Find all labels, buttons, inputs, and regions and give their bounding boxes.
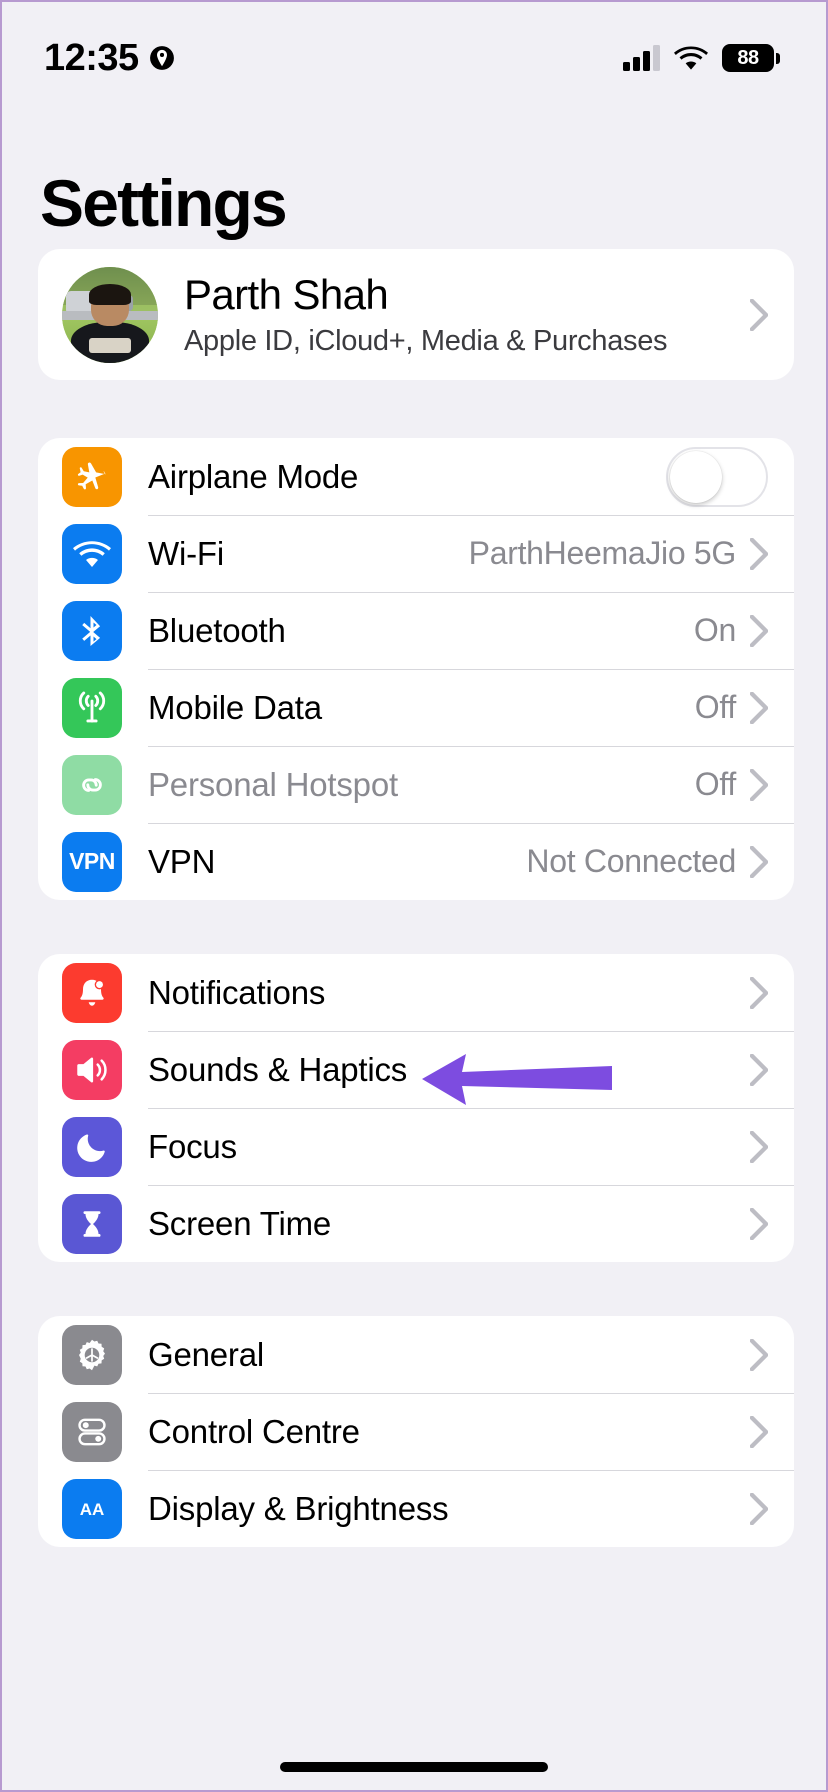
settings-row-label: Wi-Fi	[148, 534, 224, 572]
account-group: Parth Shah Apple ID, iCloud+, Media & Pu…	[38, 249, 794, 380]
account-name: Parth Shah	[184, 271, 389, 318]
airplane-mode-toggle[interactable]	[666, 446, 768, 507]
moon-icon	[62, 1116, 122, 1177]
cellular-signal-icon	[623, 45, 660, 71]
bluetooth-status-value: On	[693, 612, 736, 648]
display-brightness-icon: AA	[62, 1478, 122, 1539]
settings-row-label: Focus	[148, 1127, 237, 1165]
vpn-status-value: Not Connected	[526, 843, 736, 879]
page-title: Settings	[40, 166, 288, 240]
settings-list: Parth Shah Apple ID, iCloud+, Media & Pu…	[2, 249, 826, 1547]
settings-row-display-brightness[interactable]: AA Display & Brightness	[38, 1470, 794, 1547]
airplane-icon	[62, 446, 122, 507]
svg-text:AA: AA	[80, 1500, 105, 1519]
control-centre-icon	[62, 1401, 122, 1462]
settings-row-label: Sounds & Haptics	[148, 1050, 408, 1088]
settings-row-bluetooth[interactable]: Bluetooth On	[38, 592, 794, 669]
settings-row-label: Display & Brightness	[148, 1489, 449, 1527]
bluetooth-icon	[62, 600, 122, 661]
chevron-right-icon	[750, 1130, 768, 1163]
chevron-right-icon	[750, 1207, 768, 1240]
settings-row-label: Notifications	[148, 973, 326, 1011]
wifi-icon	[674, 46, 708, 70]
battery-indicator: 88	[722, 44, 780, 72]
settings-row-label: Airplane Mode	[148, 457, 359, 495]
account-subtitle: Apple ID, iCloud+, Media & Purchases	[184, 325, 668, 357]
avatar	[62, 266, 158, 363]
cellular-antenna-icon	[62, 677, 122, 738]
settings-row-label: General	[148, 1335, 265, 1373]
status-bar-left: 12:35	[44, 37, 175, 80]
settings-row-label: VPN	[148, 842, 216, 880]
settings-row-general[interactable]: General	[38, 1316, 794, 1393]
alerts-group: Notifications Sounds & Haptics Focus Scr…	[38, 954, 794, 1262]
chevron-right-icon	[750, 1492, 768, 1525]
chevron-right-icon	[750, 976, 768, 1009]
settings-row-airplane-mode[interactable]: Airplane Mode	[38, 438, 794, 515]
vpn-icon: VPN	[62, 831, 122, 892]
chevron-right-icon	[750, 537, 768, 570]
settings-row-label: Personal Hotspot	[148, 765, 398, 803]
settings-row-label: Bluetooth	[148, 611, 286, 649]
home-indicator	[280, 1762, 548, 1772]
chevron-right-icon	[750, 1415, 768, 1448]
settings-row-sounds-haptics[interactable]: Sounds & Haptics	[38, 1031, 794, 1108]
apple-id-row[interactable]: Parth Shah Apple ID, iCloud+, Media & Pu…	[38, 249, 794, 380]
settings-row-label: Screen Time	[148, 1204, 332, 1242]
hourglass-icon	[62, 1193, 122, 1254]
chevron-right-icon	[750, 768, 768, 801]
account-text: Parth Shah Apple ID, iCloud+, Media & Pu…	[184, 271, 668, 358]
chevron-right-icon	[750, 691, 768, 724]
settings-row-control-centre[interactable]: Control Centre	[38, 1393, 794, 1470]
status-bar: 12:35 88	[2, 2, 826, 114]
location-services-icon	[149, 46, 174, 70]
hotspot-status-value: Off	[694, 766, 737, 802]
settings-row-mobile-data[interactable]: Mobile Data Off	[38, 669, 794, 746]
chevron-right-icon	[750, 298, 768, 331]
settings-row-screen-time[interactable]: Screen Time	[38, 1185, 794, 1262]
mobile-data-status-value: Off	[694, 689, 737, 725]
chevron-right-icon	[750, 1338, 768, 1371]
settings-row-label: Mobile Data	[148, 688, 322, 726]
wifi-icon	[62, 523, 122, 584]
connectivity-group: Airplane Mode Wi-Fi ParthHeemaJio 5G Blu…	[38, 438, 794, 900]
settings-row-label: Control Centre	[148, 1412, 360, 1450]
status-bar-right: 88	[623, 44, 780, 72]
chevron-right-icon	[750, 1053, 768, 1086]
chevron-right-icon	[750, 614, 768, 647]
gear-icon	[62, 1324, 122, 1385]
speaker-waves-icon	[62, 1039, 122, 1100]
chevron-right-icon	[750, 845, 768, 878]
system-group: General Control Centre AA Display & Brig…	[38, 1316, 794, 1547]
settings-row-personal-hotspot[interactable]: Personal Hotspot Off	[38, 746, 794, 823]
settings-row-notifications[interactable]: Notifications	[38, 954, 794, 1031]
status-bar-clock: 12:35	[44, 36, 139, 79]
notification-bell-icon	[62, 962, 122, 1023]
settings-row-vpn[interactable]: VPN VPN Not Connected	[38, 823, 794, 900]
wifi-network-value: ParthHeemaJio 5G	[468, 535, 737, 571]
settings-row-focus[interactable]: Focus	[38, 1108, 794, 1185]
hotspot-link-icon	[62, 754, 122, 815]
iphone-settings-screen: 12:35 88 Settings Parth Shah Apple ID, i…	[0, 0, 828, 1792]
battery-percentage: 88	[737, 46, 759, 69]
settings-row-wifi[interactable]: Wi-Fi ParthHeemaJio 5G	[38, 515, 794, 592]
